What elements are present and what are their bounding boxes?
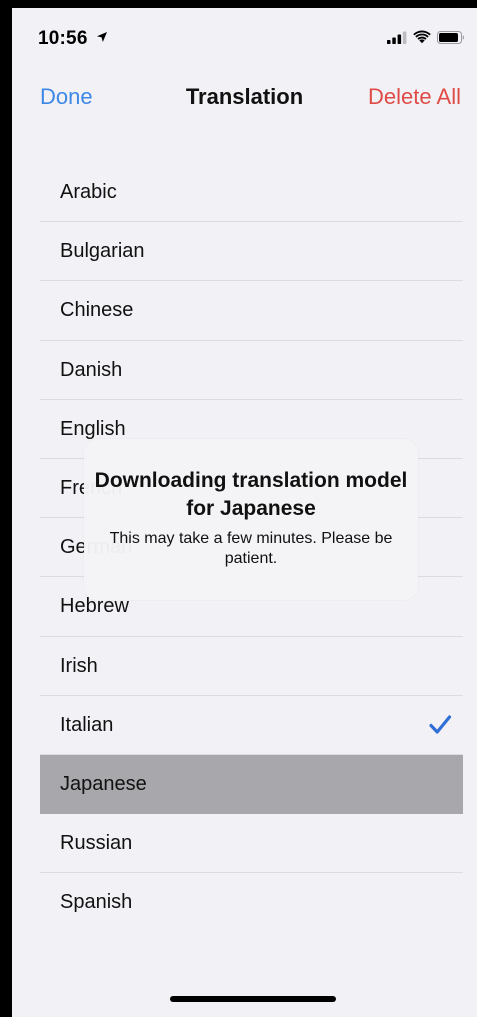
toast-message: This may take a few minutes. Please be p… — [109, 530, 393, 567]
wifi-icon — [413, 30, 431, 44]
cellular-signal-icon — [387, 31, 407, 44]
checkmark-icon — [429, 715, 452, 734]
battery-icon — [437, 30, 464, 44]
language-row-chinese[interactable]: Chinese — [40, 281, 463, 341]
status-bar: 10:56 — [12, 8, 477, 68]
status-icons — [387, 30, 465, 44]
navigation-bar: Done Translation Delete All — [12, 68, 477, 132]
language-row-danish[interactable]: Danish — [40, 341, 463, 400]
language-row-russian[interactable]: Russian — [40, 814, 463, 874]
language-row-italian[interactable]: Italian — [40, 696, 463, 755]
language-label: Danish — [60, 358, 123, 381]
language-label: Chinese — [60, 299, 134, 322]
home-indicator[interactable] — [170, 996, 336, 1002]
delete-all-button[interactable]: Delete All — [368, 84, 461, 110]
language-row-irish[interactable]: Irish — [40, 637, 463, 696]
language-label: Arabic — [60, 181, 117, 203]
toast-title: Downloading translation model for Japane… — [94, 469, 408, 520]
language-label: Bulgarian — [60, 240, 145, 263]
language-label: Japanese — [60, 772, 147, 795]
language-row-bulgarian[interactable]: Bulgarian — [40, 222, 463, 282]
language-row-spanish[interactable]: Spanish — [40, 873, 463, 932]
language-label: Spanish — [60, 891, 133, 914]
status-time: 10:56 — [38, 28, 108, 50]
language-label: Irish — [60, 654, 98, 677]
language-row-japanese[interactable]: Japanese — [40, 754, 463, 815]
language-label: English — [60, 417, 126, 440]
status-time-label: 10:56 — [38, 28, 88, 49]
language-label: Russian — [60, 832, 133, 855]
download-progress-toast: Downloading translation model for Japane… — [84, 439, 418, 600]
language-label: Italian — [60, 713, 114, 736]
location-arrow-icon — [97, 32, 108, 42]
phone-screen: 10:56 Done Translation Delete All Arabic… — [12, 8, 477, 1017]
language-row-arabic[interactable]: Arabic — [40, 163, 463, 223]
